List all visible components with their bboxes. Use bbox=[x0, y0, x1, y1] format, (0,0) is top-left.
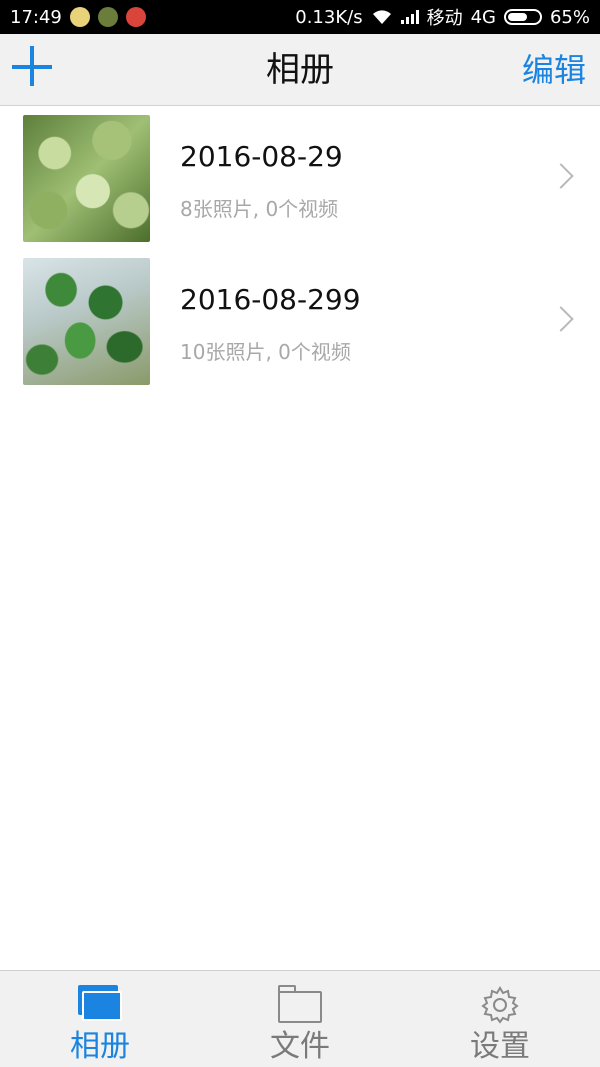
net-speed: 0.13K/s bbox=[295, 6, 363, 28]
album-list-item[interactable]: 2016-08-299 10张照片, 0个视频 bbox=[0, 250, 600, 393]
edit-button[interactable]: 编辑 bbox=[522, 34, 586, 106]
network-type: 4G bbox=[470, 6, 496, 28]
app-notif-icon-3 bbox=[125, 7, 146, 27]
status-left: 17:49 bbox=[10, 7, 146, 28]
album-thumbnail bbox=[23, 115, 150, 242]
chevron-right-icon bbox=[548, 163, 574, 189]
app-notif-icon-1 bbox=[69, 7, 90, 27]
album-title: 2016-08-29 bbox=[180, 140, 343, 173]
battery-icon bbox=[503, 9, 542, 25]
app-notif-icon-2 bbox=[97, 7, 118, 27]
carrier-label: 移动 bbox=[426, 8, 463, 29]
battery-percent: 65% bbox=[549, 6, 590, 28]
status-right: 0.13K/s 移动 4G 65% bbox=[295, 4, 590, 30]
battery-fill bbox=[507, 13, 528, 21]
tab-settings[interactable]: 设置 bbox=[400, 971, 600, 1067]
tab-label: 设置 bbox=[470, 1029, 530, 1064]
tab-bar: 相册 文件 设置 bbox=[0, 970, 600, 1067]
album-title: 2016-08-299 bbox=[180, 283, 361, 316]
tab-label: 相册 bbox=[70, 1029, 130, 1064]
album-icon bbox=[76, 985, 124, 1025]
tab-label: 文件 bbox=[270, 1029, 330, 1064]
nav-bar: 相册 编辑 bbox=[0, 34, 600, 106]
chevron-right-icon bbox=[548, 306, 574, 332]
screen: 17:49 0.13K/s 移动 4G 65% 相册 编辑 2016-08-29… bbox=[0, 0, 600, 1067]
wifi-icon bbox=[372, 10, 391, 24]
album-list-item[interactable]: 2016-08-29 8张照片, 0个视频 bbox=[0, 107, 600, 250]
status-time: 17:49 bbox=[10, 6, 62, 28]
status-bar: 17:49 0.13K/s 移动 4G 65% bbox=[0, 0, 600, 34]
album-thumbnail bbox=[23, 258, 150, 385]
album-subtitle: 8张照片, 0个视频 bbox=[180, 197, 339, 221]
page-title: 相册 bbox=[266, 50, 334, 90]
signal-icon bbox=[400, 10, 419, 24]
gear-icon bbox=[481, 986, 519, 1024]
album-list: 2016-08-29 8张照片, 0个视频 2016-08-299 10张照片,… bbox=[0, 107, 600, 393]
album-subtitle: 10张照片, 0个视频 bbox=[180, 340, 351, 364]
tab-files[interactable]: 文件 bbox=[200, 971, 400, 1067]
folder-icon bbox=[276, 985, 324, 1025]
tab-albums[interactable]: 相册 bbox=[0, 971, 200, 1067]
